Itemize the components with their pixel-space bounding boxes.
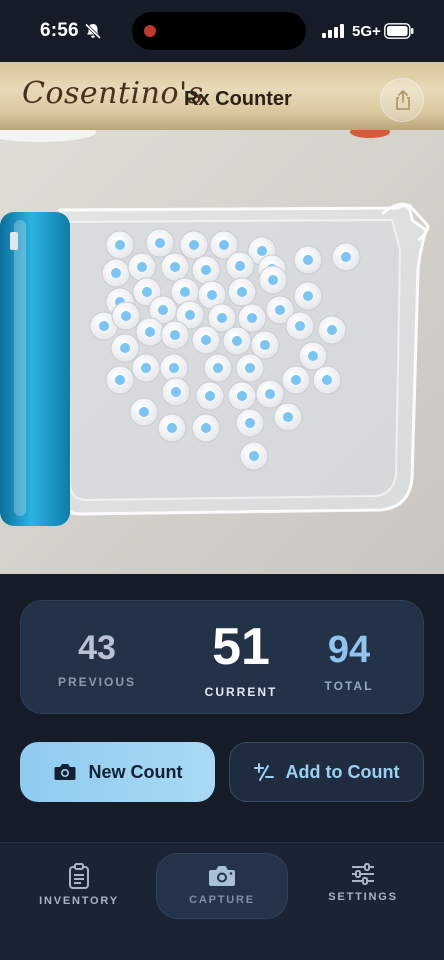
- pill-count-marker: [260, 340, 270, 350]
- tab-bar: INVENTORY CAPTURE SETTINGS: [0, 842, 444, 960]
- pill-count-marker: [257, 246, 267, 256]
- pill-count-marker: [170, 330, 180, 340]
- pill-count-marker: [235, 261, 245, 271]
- tab-settings[interactable]: SETTINGS: [298, 853, 428, 919]
- sliders-icon: [352, 863, 374, 885]
- battery-icon: [384, 23, 414, 39]
- pill-count-marker: [169, 363, 179, 373]
- pill-count-marker: [291, 375, 301, 385]
- previous-count-value: 43: [78, 629, 116, 667]
- pill-count-marker: [111, 268, 121, 278]
- pill-count-marker: [237, 391, 247, 401]
- pill-count-marker: [137, 262, 147, 272]
- tab-capture-label: CAPTURE: [189, 894, 255, 906]
- pill-count-marker: [99, 321, 109, 331]
- tab-settings-label: SETTINGS: [328, 891, 398, 903]
- pill-count-marker: [245, 363, 255, 373]
- pill-count-marker: [201, 335, 211, 345]
- pill-count-marker: [205, 391, 215, 401]
- pill-count-marker: [303, 255, 313, 265]
- app-header: Cosentino's Rx Counter: [0, 62, 444, 130]
- plus-minus-icon: [253, 763, 274, 781]
- recording-indicator-icon: [144, 25, 156, 37]
- pill-count-marker: [170, 262, 180, 272]
- tab-capture[interactable]: CAPTURE: [156, 853, 288, 919]
- new-count-label: New Count: [88, 761, 183, 782]
- camera-icon: [209, 866, 235, 886]
- pill-count-marker: [115, 240, 125, 250]
- signal-icon: [322, 24, 344, 38]
- pill-count-marker: [327, 325, 337, 335]
- pill-count-marker: [189, 240, 199, 250]
- pill-count-marker: [139, 407, 149, 417]
- pill-count-marker: [237, 287, 247, 297]
- pill-count-marker: [219, 240, 229, 250]
- pill-count-marker: [158, 305, 168, 315]
- pill-count-marker: [155, 238, 165, 248]
- current-count-label: CURRENT: [204, 685, 278, 699]
- previous-count-label: PREVIOUS: [57, 675, 136, 689]
- pill-count-marker: [265, 389, 275, 399]
- clipboard-icon: [69, 863, 89, 889]
- total-count: 94 TOTAL: [301, 631, 397, 693]
- bell-off-icon: [84, 23, 102, 40]
- pill-count-marker: [121, 311, 131, 321]
- pill-count-marker: [142, 287, 152, 297]
- total-count-value: 94: [327, 629, 371, 671]
- previous-count: 43 PREVIOUS: [49, 631, 145, 689]
- pill-count-marker: [207, 290, 217, 300]
- pill-count-marker: [303, 291, 313, 301]
- new-count-button[interactable]: New Count: [20, 742, 215, 802]
- tab-inventory[interactable]: INVENTORY: [14, 853, 144, 919]
- pill-count-marker: [115, 375, 125, 385]
- share-icon: [396, 89, 410, 110]
- pill-tray-image: [0, 130, 444, 574]
- pill-count-marker: [275, 305, 285, 315]
- pill-count-marker: [217, 313, 227, 323]
- pill-count-marker: [201, 265, 211, 275]
- pill-count-marker: [249, 451, 259, 461]
- total-count-label: TOTAL: [324, 679, 374, 693]
- current-count-value: 51: [212, 618, 270, 676]
- pill-count-marker: [201, 423, 211, 433]
- capture-photo: [0, 130, 444, 574]
- pill-count-marker: [247, 313, 257, 323]
- network-type: 5G+: [352, 23, 381, 40]
- pill-count-marker: [232, 336, 242, 346]
- pill-count-marker: [268, 275, 278, 285]
- pill-count-marker: [167, 423, 177, 433]
- share-button[interactable]: [380, 78, 424, 122]
- current-count: 51 CURRENT: [173, 621, 309, 699]
- camera-icon: [54, 764, 75, 780]
- app-title: Rx Counter: [184, 88, 292, 110]
- pill-count-marker: [322, 375, 332, 385]
- status-bar: 6:56 5G+: [0, 0, 444, 62]
- pill-count-marker: [308, 351, 318, 361]
- pill-count-marker: [180, 287, 190, 297]
- pill-count-marker: [213, 363, 223, 373]
- dynamic-island: [132, 12, 306, 50]
- brand-logo: Cosentino's: [22, 76, 204, 111]
- pill-count-marker: [120, 343, 130, 353]
- tab-inventory-label: INVENTORY: [39, 895, 119, 907]
- pill-count-marker: [283, 412, 293, 422]
- add-to-count-label: Add to Count: [285, 761, 400, 782]
- pill-count-marker: [145, 327, 155, 337]
- pill-count-marker: [245, 418, 255, 428]
- pill-count-marker: [185, 310, 195, 320]
- pill-count-marker: [171, 387, 181, 397]
- add-to-count-button[interactable]: Add to Count: [229, 742, 424, 802]
- count-summary-card: 43 PREVIOUS 51 CURRENT 94 TOTAL: [20, 600, 424, 714]
- status-time: 6:56: [40, 20, 79, 41]
- pill-count-marker: [341, 252, 351, 262]
- pill-count-marker: [141, 363, 151, 373]
- pill-count-marker: [295, 321, 305, 331]
